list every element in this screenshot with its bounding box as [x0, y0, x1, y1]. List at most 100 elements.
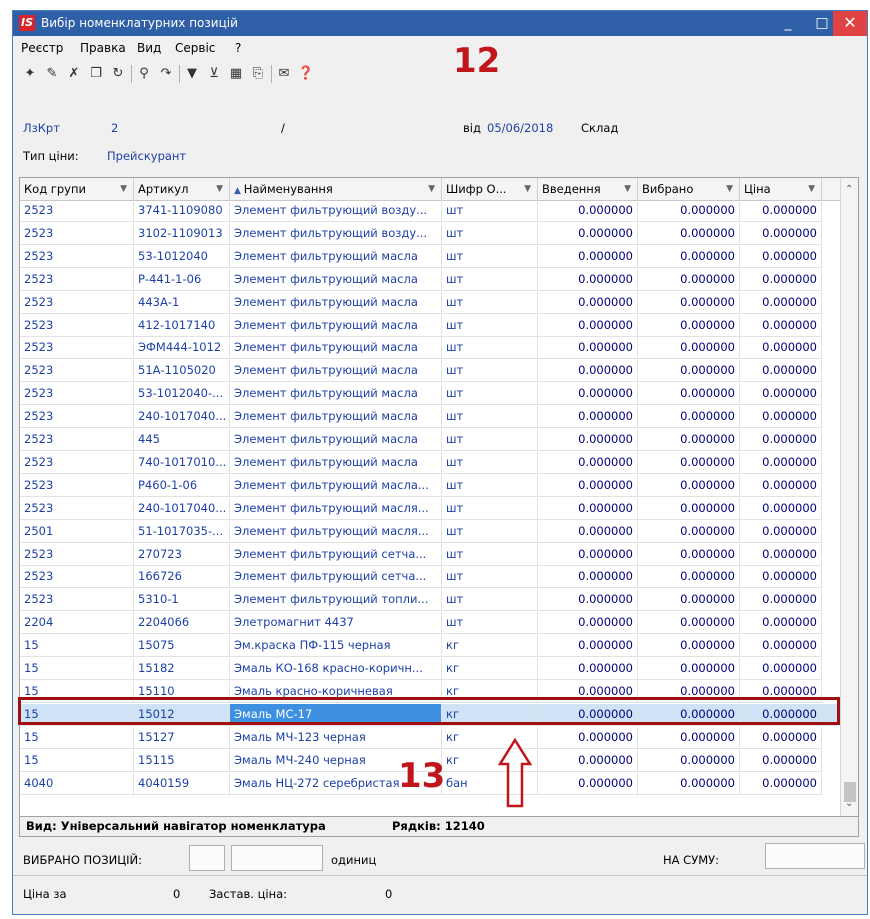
- minimize-button[interactable]: _: [771, 11, 805, 36]
- table-cell: 51-1017035-...: [134, 520, 230, 543]
- table-row[interactable]: 2501 51-1017035-... Элемент фильтрующий ма…: [20, 520, 840, 543]
- table-cell: 0.000000: [638, 245, 740, 268]
- close-button[interactable]: ✕: [833, 11, 867, 36]
- column-filter-icon[interactable]: ▼: [808, 178, 815, 200]
- table-row[interactable]: 2523 443А-1 Элемент фильтрующий масла шт 0.0…: [20, 291, 840, 314]
- table-cell: 0.000000: [538, 749, 638, 772]
- table-row[interactable]: 2523 445 Элемент фильтрующий масла шт 0.0000…: [20, 429, 840, 451]
- table-cell: 0.000000: [538, 566, 638, 589]
- col-header-input[interactable]: Введення ▼: [538, 178, 638, 200]
- menu-edit[interactable]: Правка: [80, 41, 126, 55]
- menu-service[interactable]: Сервіс: [175, 41, 215, 55]
- table-row[interactable]: 2523 412-1017140 Элемент фильтрующий масла…: [20, 314, 840, 337]
- column-filter-icon[interactable]: ▼: [216, 178, 223, 200]
- table-row[interactable]: 2523 ЭФМ444-1012 Элемент фильтрующий масла…: [20, 337, 840, 360]
- table-row[interactable]: 2523 740-1017010... Элемент фильтрующий ма…: [20, 451, 840, 474]
- table-row[interactable]: 2523 53-1012040 Элемент фильтрующий масла ш…: [20, 245, 840, 268]
- table-cell: 0.000000: [538, 314, 638, 337]
- help-icon[interactable]: ❓: [297, 65, 315, 83]
- column-filter-icon[interactable]: ▼: [428, 178, 435, 200]
- table-cell: 53-1012040-...: [134, 383, 230, 406]
- table-cell: 0.000000: [538, 520, 638, 543]
- table-cell: 0.000000: [638, 200, 740, 222]
- table-cell: 0.000000: [638, 566, 740, 589]
- table-cell: 0.000000: [538, 772, 638, 795]
- menu-registry[interactable]: Реєстр: [21, 41, 63, 55]
- menu-view[interactable]: Вид: [137, 41, 161, 55]
- column-filter-icon[interactable]: ▼: [120, 178, 127, 200]
- table-cell: Элемент фильтрующий масла: [230, 337, 442, 360]
- table-cell: 0.000000: [740, 497, 822, 520]
- scroll-up-icon[interactable]: ⌃: [845, 184, 853, 195]
- table-row[interactable]: 2204 2204066 Элетромагнит 4437 шт 0.000000 0.…: [20, 612, 840, 635]
- table-cell: 0.000000: [538, 245, 638, 268]
- table-row[interactable]: 2523 3102-1109013 Элемент фильтрующий возд…: [20, 222, 840, 245]
- export-icon[interactable]: ⎘: [249, 65, 267, 83]
- table-cell: 0.000000: [538, 497, 638, 520]
- table-cell: 2523: [20, 200, 134, 222]
- search-icon[interactable]: ⚲: [135, 65, 153, 83]
- table-cell: 2523: [20, 314, 134, 337]
- new-item-icon[interactable]: ✦: [21, 65, 39, 83]
- menu-help[interactable]: ?: [235, 41, 241, 55]
- table-cell: 0.000000: [538, 726, 638, 749]
- col-header-price[interactable]: Ціна ▼: [740, 178, 822, 200]
- col-header-name[interactable]: ▲ Найменування ▼: [230, 178, 442, 200]
- table-cell: 0.000000: [538, 589, 638, 612]
- table-cell: шт: [442, 589, 538, 612]
- table-row[interactable]: 2523 51А-1105020 Элемент фильтрующий масла…: [20, 360, 840, 383]
- column-filter-icon[interactable]: ▼: [624, 178, 631, 200]
- table-row[interactable]: 15 15127 Эмаль МЧ-123 черная кг 0.000000 0.00…: [20, 726, 840, 749]
- table-cell: 2523: [20, 429, 134, 451]
- table-cell: шт: [442, 474, 538, 497]
- search-next-icon[interactable]: ↷: [157, 65, 175, 83]
- table-cell: 0.000000: [740, 383, 822, 406]
- table-cell: 0.000000: [638, 635, 740, 658]
- table-row[interactable]: 2523 270723 Элемент фильтрующий сетча... шт…: [20, 543, 840, 566]
- table-cell: 0.000000: [538, 635, 638, 658]
- table-row[interactable]: 2523 3741-1109080 Элемент фильтрующий возд…: [20, 200, 840, 222]
- col-header-unit[interactable]: Шифр О... ▼: [442, 178, 538, 200]
- toolbar-separator: [271, 65, 272, 83]
- table-row[interactable]: 2523 240-1017040... Элемент фильтрующий ма…: [20, 497, 840, 520]
- annotation-12: 12: [453, 41, 501, 81]
- col-header-group-code[interactable]: Код групи ▼: [20, 178, 134, 200]
- title-bar[interactable]: IS Вибір номенклатурних позицій _ □ ✕: [13, 11, 867, 36]
- table-cell: 53-1012040: [134, 245, 230, 268]
- table-row[interactable]: 15 15182 Эмаль КО-168 красно-коричн... кг 0.…: [20, 658, 840, 680]
- table-cell: 0.000000: [740, 749, 822, 772]
- table-row[interactable]: 2523 Р460-1-06 Элемент фильтрующий масла..…: [20, 474, 840, 497]
- vertical-scrollbar[interactable]: ⌃ ⌄: [840, 178, 858, 816]
- delete-item-icon[interactable]: ✗: [65, 65, 83, 83]
- table-cell: 5310-1: [134, 589, 230, 612]
- column-filter-icon[interactable]: ▼: [726, 178, 733, 200]
- col-header-selected[interactable]: Вибрано ▼: [638, 178, 740, 200]
- column-filter-icon[interactable]: ▼: [524, 178, 531, 200]
- col-header-article[interactable]: Артикул ▼: [134, 178, 230, 200]
- table-cell: 0.000000: [740, 222, 822, 245]
- table-row[interactable]: 2523 Р-441-1-06 Элемент фильтрующий масла ш…: [20, 268, 840, 291]
- table-row[interactable]: 2523 240-1017040... Элемент фильтрующий ма…: [20, 406, 840, 429]
- refresh-icon[interactable]: ↻: [109, 65, 127, 83]
- copy-icon[interactable]: ❐: [87, 65, 105, 83]
- filter-icon[interactable]: ▼: [183, 65, 201, 83]
- table-icon[interactable]: ▦: [227, 65, 245, 83]
- table-row[interactable]: 2523 5310-1 Элемент фильтрующий топли... шт…: [20, 589, 840, 612]
- clear-filter-icon[interactable]: ⊻: [205, 65, 223, 83]
- table-row[interactable]: 15 15075 Эм.краска ПФ-115 черная кг 0.000000…: [20, 635, 840, 658]
- table-cell: 240-1017040...: [134, 406, 230, 429]
- edit-item-icon[interactable]: ✎: [43, 65, 61, 83]
- table-cell: 3102-1109013: [134, 222, 230, 245]
- table-cell: 2523: [20, 383, 134, 406]
- table-cell: 0.000000: [538, 222, 638, 245]
- price-value: 0: [173, 887, 181, 901]
- table-row[interactable]: 2523 53-1012040-... Элемент фильтрующий ма…: [20, 383, 840, 406]
- table-cell: 0.000000: [740, 245, 822, 268]
- mail-icon[interactable]: ✉: [275, 65, 293, 83]
- table-cell: 0.000000: [740, 314, 822, 337]
- scroll-down-icon[interactable]: ⌄: [845, 798, 853, 809]
- table-cell: шт: [442, 451, 538, 474]
- table-row[interactable]: 2523 166726 Элемент фильтрующий сетча... шт…: [20, 566, 840, 589]
- table-cell: 15: [20, 749, 134, 772]
- table-cell: шт: [442, 543, 538, 566]
